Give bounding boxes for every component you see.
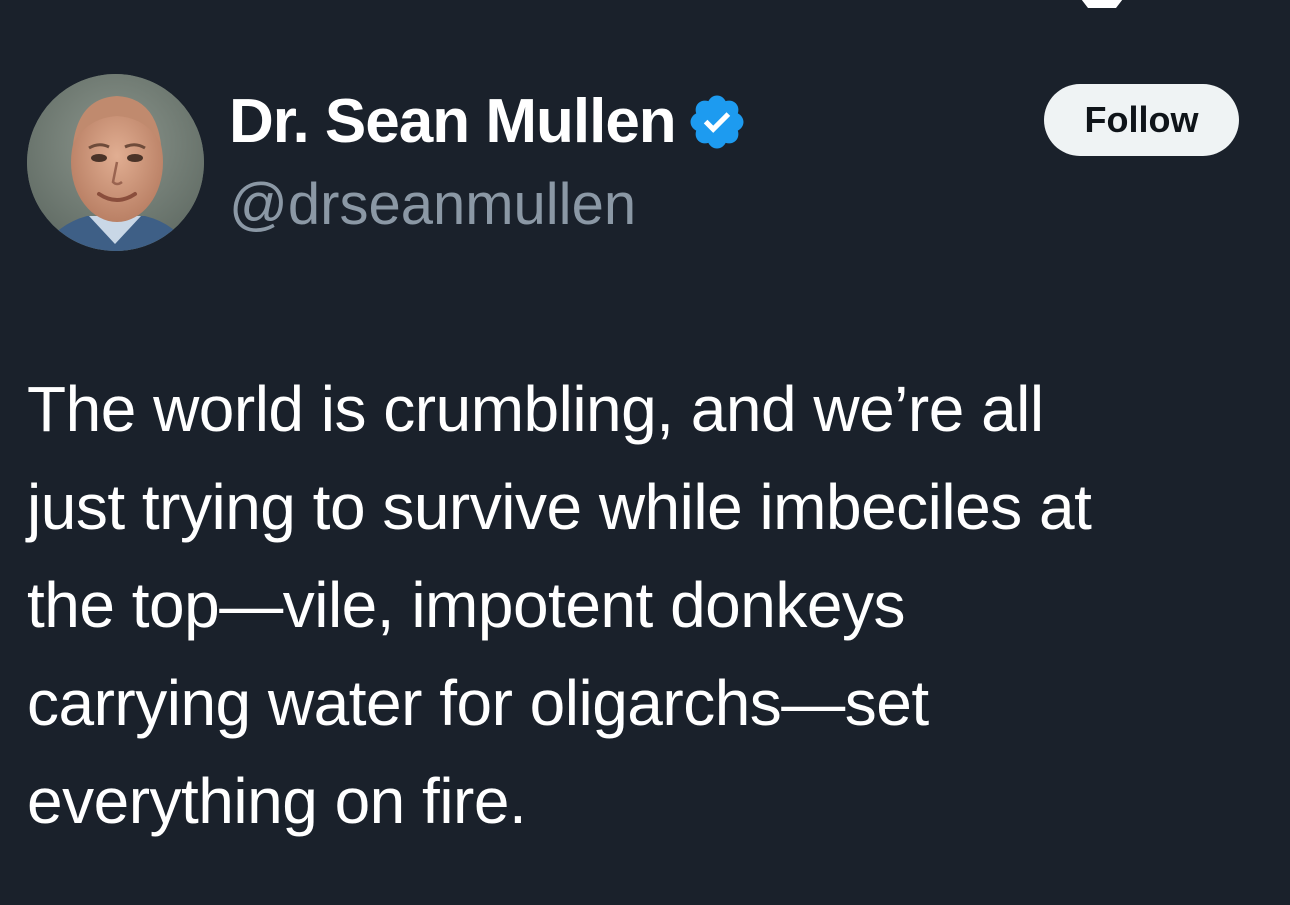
tweet-header: Dr. Sean Mullen @drseanmullen Follow — [27, 74, 1263, 252]
tweet-text: The world is crumbling, and we’re all ju… — [27, 373, 1092, 837]
tweet-screen: Dr. Sean Mullen @drseanmullen Follow The… — [0, 0, 1290, 905]
avatar[interactable] — [27, 74, 204, 251]
follow-button[interactable]: Follow — [1044, 84, 1239, 156]
display-name-row: Dr. Sean Mullen — [229, 84, 748, 160]
verified-badge-icon[interactable] — [686, 91, 748, 153]
display-name[interactable]: Dr. Sean Mullen — [229, 91, 677, 153]
x-logo-icon — [1062, 0, 1152, 8]
user-handle[interactable]: @drseanmullen — [229, 176, 636, 234]
